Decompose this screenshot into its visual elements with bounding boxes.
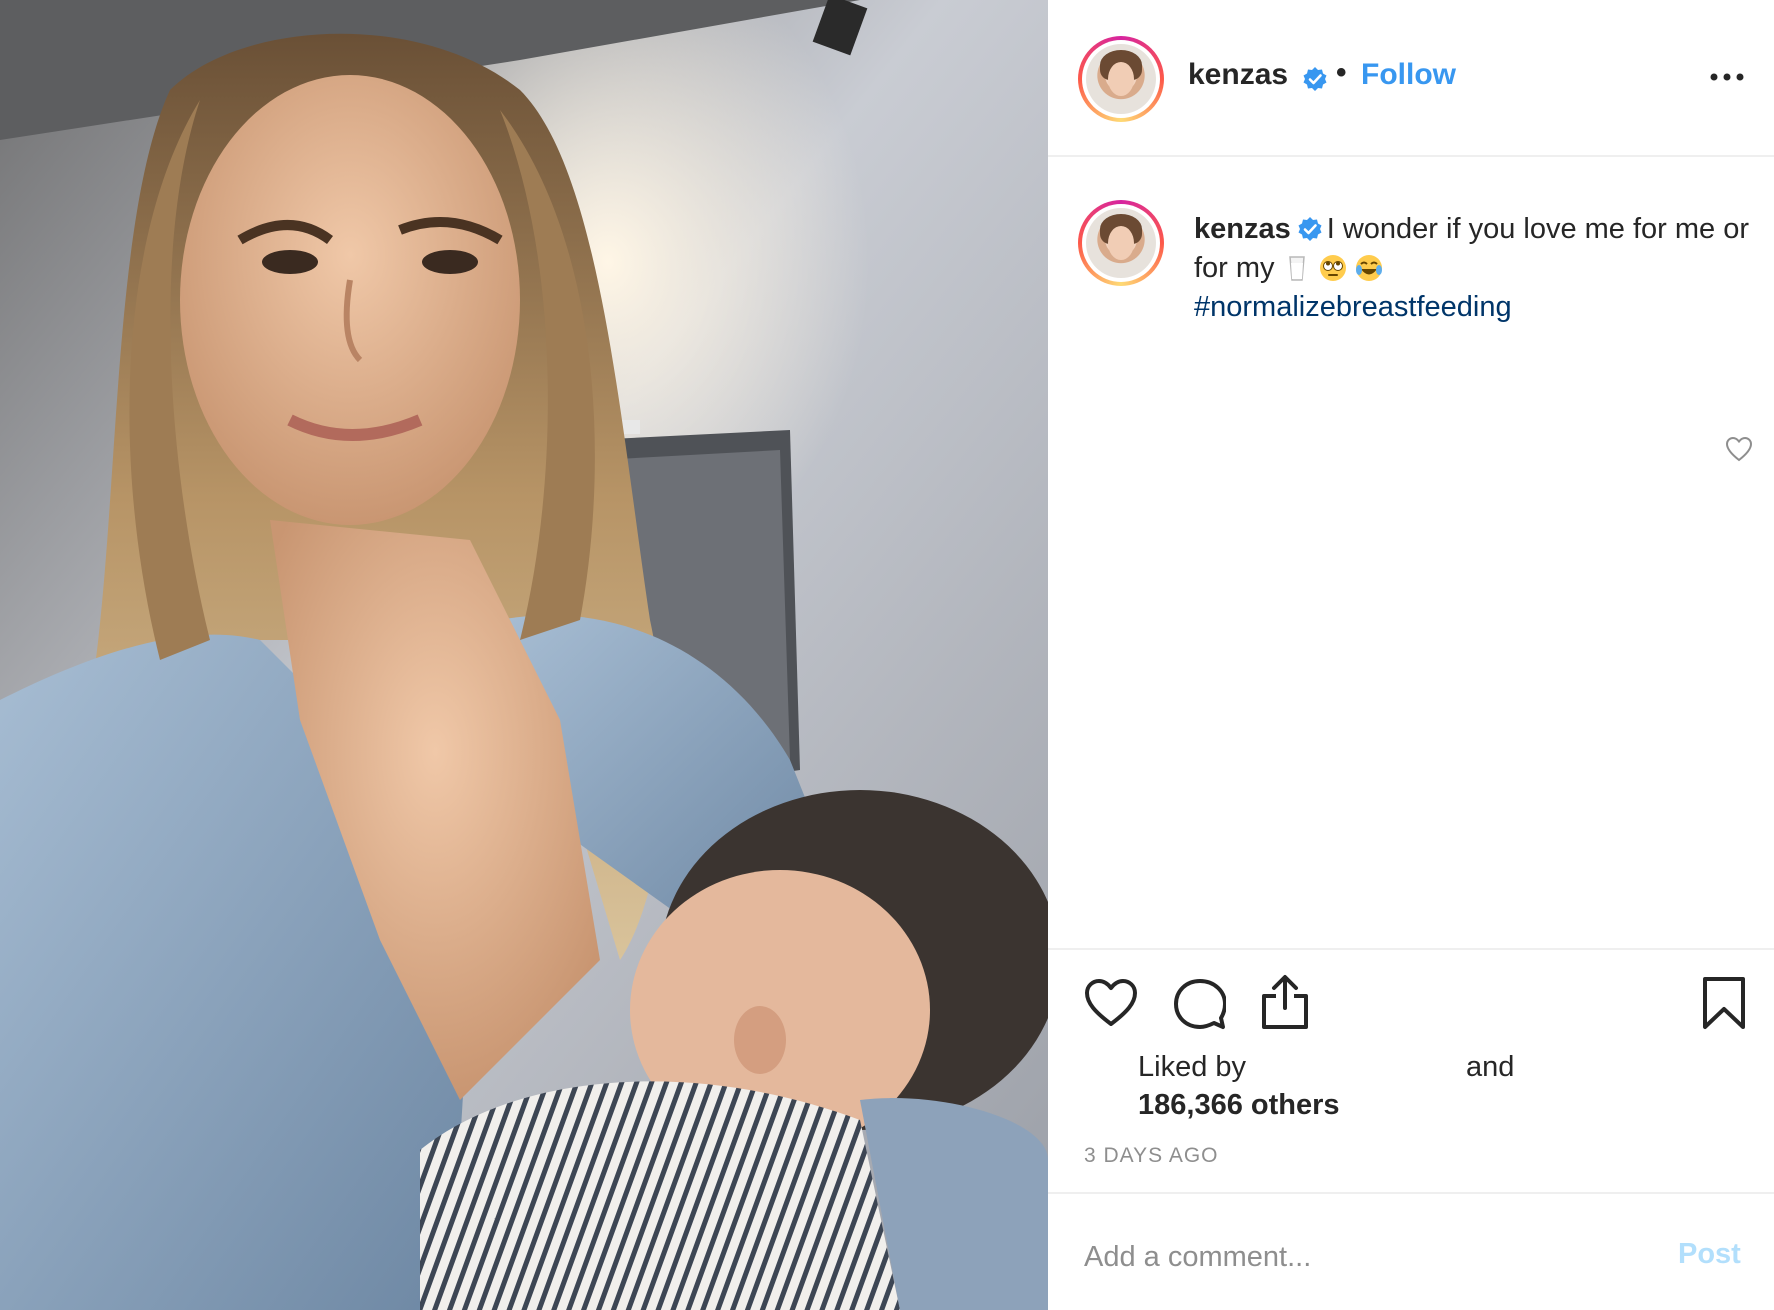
avatar-image <box>1086 208 1156 278</box>
liked-by-label: Liked by <box>1138 1051 1247 1083</box>
more-options-icon[interactable] <box>1710 72 1744 82</box>
likes-count-link[interactable]: 186,366 others <box>1138 1086 1340 1125</box>
post-comment-button[interactable]: Post <box>1678 1238 1741 1271</box>
verified-badge-icon <box>1298 217 1322 241</box>
post-photo[interactable] <box>0 0 1048 1310</box>
caption: kenzas I wonder if you love me for me or… <box>1194 210 1754 327</box>
comment-bubble-icon[interactable] <box>1174 978 1226 1030</box>
post-details-pane: kenzas • Follow kenzas I wonder if you l… <box>1048 0 1774 1310</box>
caption-like-heart-icon[interactable] <box>1725 436 1753 462</box>
verified-badge-icon <box>1303 67 1327 91</box>
comment-input[interactable] <box>1084 1234 1644 1280</box>
caption-avatar[interactable] <box>1078 200 1164 286</box>
post-photo-image <box>0 0 1048 1310</box>
post-timestamp[interactable]: 3 DAYS AGO <box>1084 1144 1219 1168</box>
like-heart-icon[interactable] <box>1084 978 1138 1028</box>
follow-button[interactable]: Follow <box>1361 58 1456 92</box>
tears-of-joy-emoji-icon <box>1355 255 1382 281</box>
bookmark-icon[interactable] <box>1702 976 1746 1030</box>
comment-divider <box>1048 1192 1774 1194</box>
likes-and-label: and <box>1466 1051 1515 1083</box>
username-link[interactable]: kenzas <box>1188 58 1288 92</box>
caption-username-link[interactable]: kenzas <box>1194 213 1291 245</box>
post-header: kenzas • Follow <box>1048 0 1774 157</box>
avatar[interactable] <box>1078 36 1164 122</box>
milk-glass-emoji-icon <box>1288 256 1305 281</box>
hashtag-link[interactable]: #normalizebreastfeeding <box>1194 291 1512 323</box>
rolling-eyes-emoji-icon <box>1319 255 1346 281</box>
share-icon[interactable] <box>1260 974 1310 1030</box>
header-separator: • <box>1336 56 1347 89</box>
avatar-image <box>1086 44 1156 114</box>
actions-divider <box>1048 948 1774 950</box>
